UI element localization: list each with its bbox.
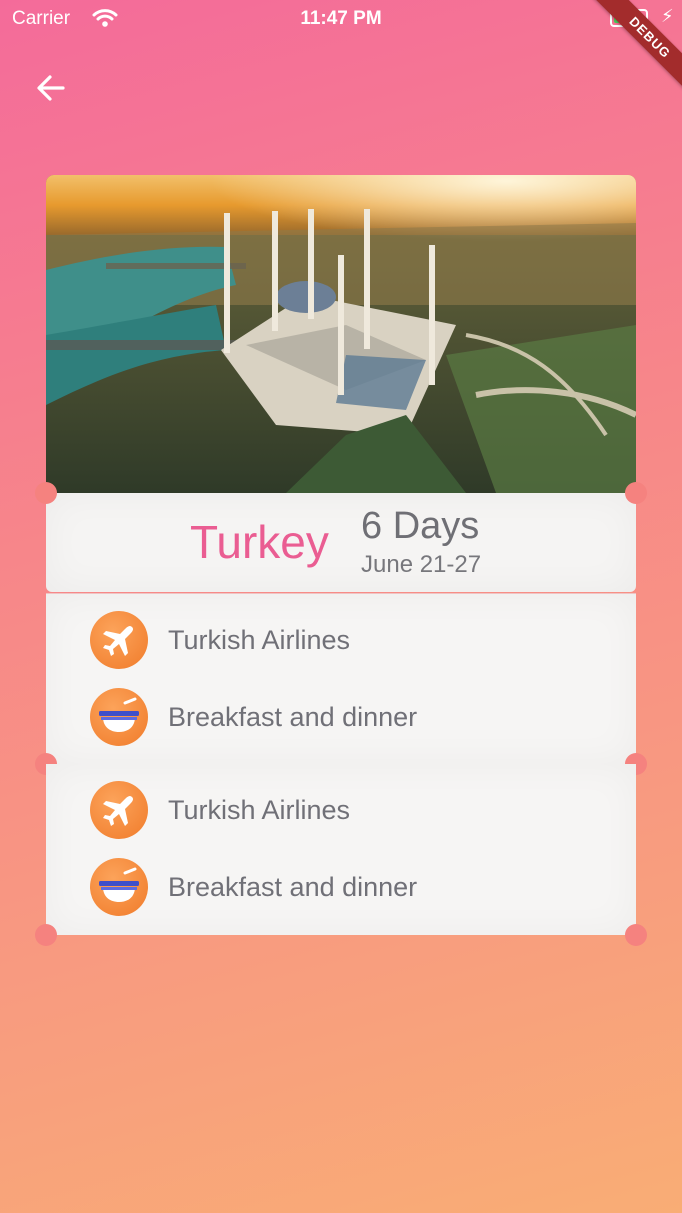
trip-summary-card[interactable]: Turkey 6 Days June 21-27 bbox=[35, 482, 647, 592]
bowl-icon bbox=[90, 858, 148, 916]
destination-photo bbox=[46, 175, 636, 493]
bowl-icon bbox=[90, 688, 148, 746]
arrow-left-icon bbox=[37, 75, 65, 101]
trip-dates: June 21-27 bbox=[361, 551, 482, 578]
ticket-notch bbox=[35, 924, 57, 946]
ticket-notch bbox=[35, 482, 57, 504]
airplane-icon bbox=[90, 781, 148, 839]
ticket-notch bbox=[625, 482, 647, 504]
list-item-label: Turkish Airlines bbox=[168, 794, 351, 825]
trip-details-card: Turkish Airlines Breakfast and dinner bbox=[35, 764, 647, 946]
list-item-label: Breakfast and dinner bbox=[168, 871, 418, 902]
list-item-label: Breakfast and dinner bbox=[168, 701, 418, 732]
list-item-airline: Turkish Airlines bbox=[90, 610, 350, 670]
list-item-label: Turkish Airlines bbox=[168, 624, 351, 655]
country-name: Turkey bbox=[190, 516, 329, 568]
ticket-notch bbox=[625, 924, 647, 946]
trip-duration: 6 Days bbox=[361, 505, 480, 547]
status-bar: Carrier 11:47 PM ⚡ bbox=[0, 0, 682, 40]
charging-icon: ⚡ bbox=[661, 6, 674, 26]
trip-details-card: Turkish Airlines Breakfast and dinner bbox=[35, 593, 647, 775]
list-item-meals: Breakfast and dinner bbox=[90, 687, 417, 747]
back-button[interactable] bbox=[30, 66, 74, 110]
list-item-airline: Turkish Airlines bbox=[90, 780, 350, 840]
battery-level bbox=[614, 13, 641, 23]
battery-icon bbox=[610, 9, 648, 27]
airplane-icon bbox=[90, 611, 148, 669]
mosque-aerial-photo bbox=[46, 175, 636, 493]
list-item-meals: Breakfast and dinner bbox=[90, 857, 417, 917]
clock: 11:47 PM bbox=[300, 8, 382, 29]
